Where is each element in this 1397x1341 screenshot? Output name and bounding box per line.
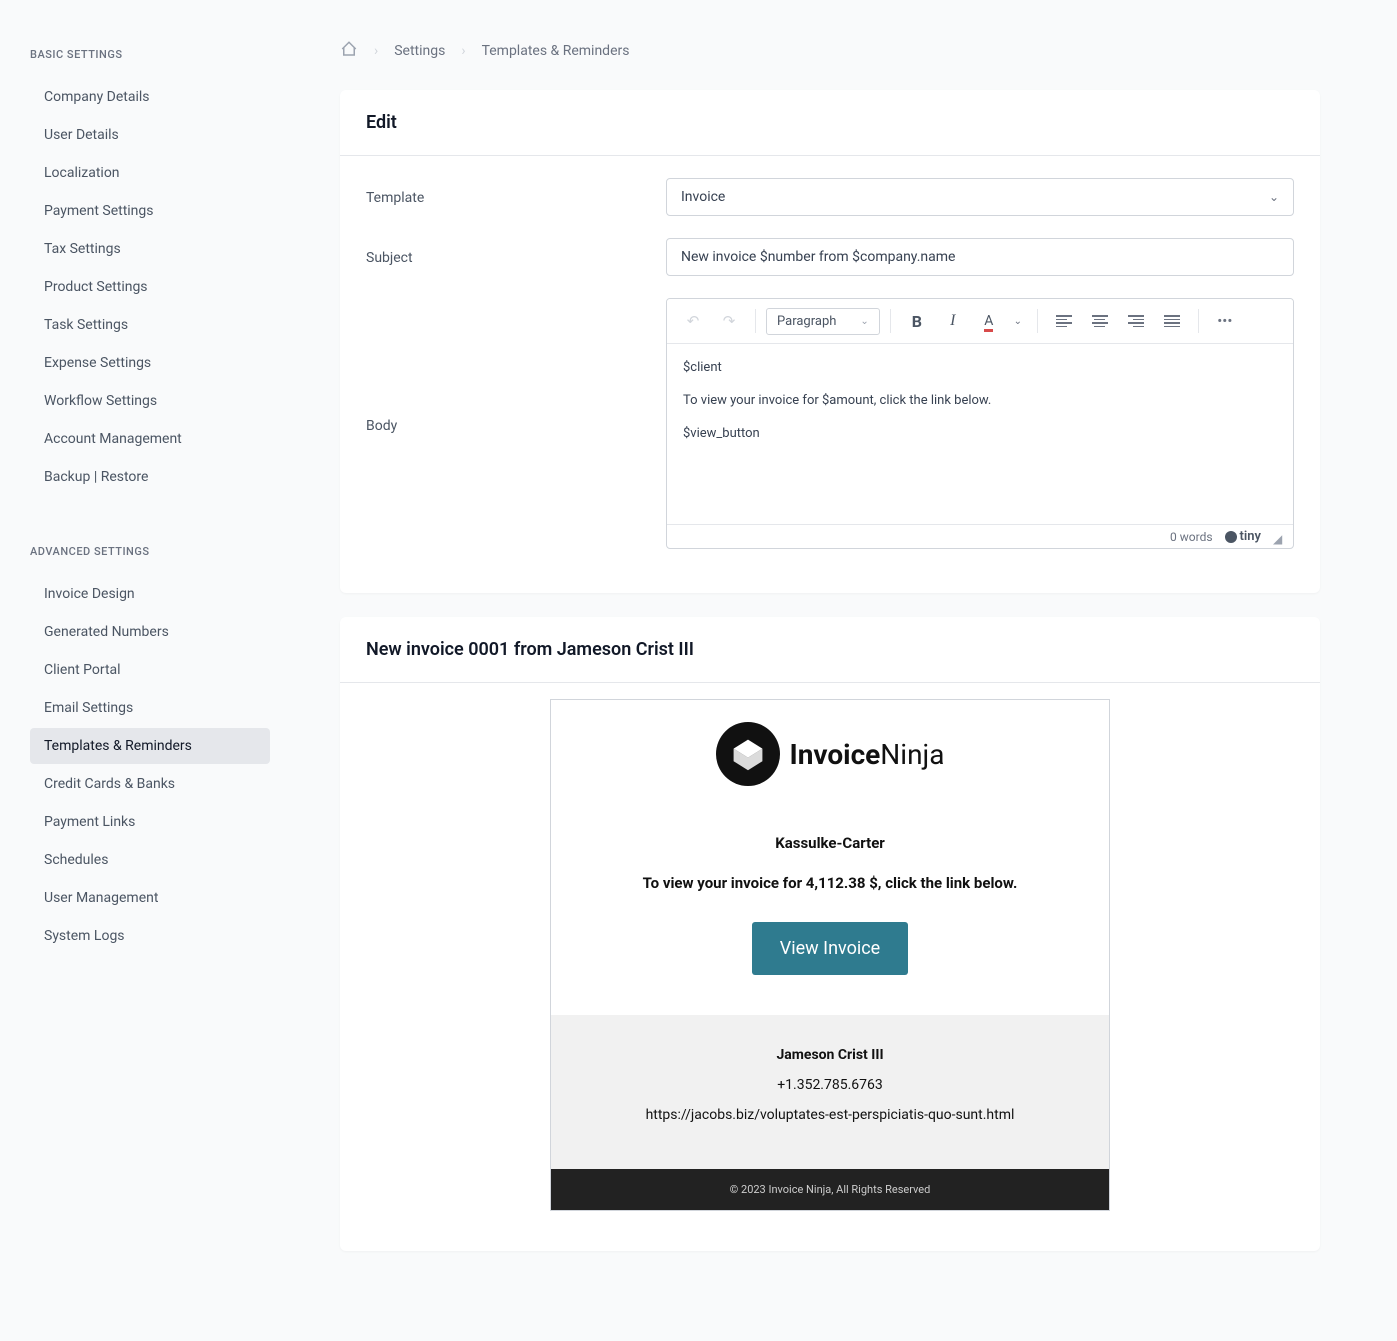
format-select[interactable]: Paragraph ⌄ — [766, 308, 880, 335]
italic-button[interactable]: I — [937, 305, 969, 337]
sidebar-item-payment-links[interactable]: Payment Links — [30, 804, 270, 840]
invoice-ninja-logo: InvoiceNinja — [571, 722, 1089, 786]
edit-card-title: Edit — [340, 90, 1320, 156]
text-color-dropdown[interactable]: ⌄ — [1009, 305, 1027, 337]
more-button[interactable]: ••• — [1209, 305, 1241, 337]
align-right-button[interactable] — [1120, 305, 1152, 337]
preview-phone: +1.352.785.6763 — [571, 1077, 1089, 1093]
resize-handle[interactable]: ◢ — [1273, 532, 1283, 542]
preview-message: To view your invoice for 4,112.38 $, cli… — [571, 874, 1089, 892]
logo-icon — [716, 722, 780, 786]
breadcrumb: › Settings › Templates & Reminders — [340, 40, 1320, 62]
main-content: › Settings › Templates & Reminders Edit … — [290, 0, 1370, 1341]
redo-button[interactable]: ↷ — [713, 305, 745, 337]
edit-card: Edit Template Invoice ⌄ Subject — [340, 90, 1320, 593]
bold-button[interactable]: B — [901, 305, 933, 337]
settings-sidebar: BASIC SETTINGS Company DetailsUser Detai… — [0, 0, 290, 1341]
sidebar-item-templates-reminders[interactable]: Templates & Reminders — [30, 728, 270, 764]
advanced-settings-header: ADVANCED SETTINGS — [30, 545, 270, 558]
sidebar-item-user-management[interactable]: User Management — [30, 880, 270, 916]
sidebar-item-workflow-settings[interactable]: Workflow Settings — [30, 383, 270, 419]
text-color-button[interactable]: A — [973, 305, 1005, 337]
align-justify-button[interactable] — [1156, 305, 1188, 337]
chevron-down-icon: ⌄ — [1269, 190, 1279, 204]
preview-footer: © 2023 Invoice Ninja, All Rights Reserve… — [551, 1169, 1109, 1210]
undo-button[interactable]: ↶ — [677, 305, 709, 337]
sidebar-item-expense-settings[interactable]: Expense Settings — [30, 345, 270, 381]
subject-input[interactable] — [666, 238, 1294, 276]
tiny-logo: tiny — [1225, 529, 1261, 544]
template-select-value: Invoice — [681, 189, 725, 205]
sidebar-item-schedules[interactable]: Schedules — [30, 842, 270, 878]
body-label: Body — [366, 298, 666, 434]
home-icon[interactable] — [340, 40, 358, 62]
editor-toolbar: ↶ ↷ Paragraph ⌄ B I A — [667, 299, 1293, 344]
template-select[interactable]: Invoice ⌄ — [666, 178, 1294, 216]
sidebar-item-backup-restore[interactable]: Backup | Restore — [30, 459, 270, 495]
subject-label: Subject — [366, 248, 666, 266]
chevron-right-icon: › — [374, 43, 378, 59]
view-invoice-button[interactable]: View Invoice — [752, 922, 908, 975]
chevron-right-icon: › — [461, 43, 465, 59]
sidebar-item-tax-settings[interactable]: Tax Settings — [30, 231, 270, 267]
template-label: Template — [366, 188, 666, 206]
sidebar-item-product-settings[interactable]: Product Settings — [30, 269, 270, 305]
preview-url: https://jacobs.biz/voluptates-est-perspi… — [571, 1107, 1089, 1123]
sidebar-item-system-logs[interactable]: System Logs — [30, 918, 270, 954]
preview-header: New invoice 0001 from Jameson Crist III — [340, 617, 1320, 683]
body-editor: ↶ ↷ Paragraph ⌄ B I A — [666, 298, 1294, 549]
word-count: 0 words — [1170, 530, 1213, 544]
sidebar-item-user-details[interactable]: User Details — [30, 117, 270, 153]
editor-content[interactable]: $client To view your invoice for $amount… — [667, 344, 1293, 524]
sidebar-item-client-portal[interactable]: Client Portal — [30, 652, 270, 688]
sidebar-item-company-details[interactable]: Company Details — [30, 79, 270, 115]
basic-settings-header: BASIC SETTINGS — [30, 48, 270, 61]
sidebar-item-generated-numbers[interactable]: Generated Numbers — [30, 614, 270, 650]
sidebar-item-email-settings[interactable]: Email Settings — [30, 690, 270, 726]
sidebar-item-payment-settings[interactable]: Payment Settings — [30, 193, 270, 229]
email-preview: InvoiceNinja Kassulke-Carter To view you… — [550, 699, 1110, 1211]
sidebar-item-localization[interactable]: Localization — [30, 155, 270, 191]
chevron-down-icon: ⌄ — [860, 316, 868, 327]
sidebar-item-invoice-design[interactable]: Invoice Design — [30, 576, 270, 612]
align-left-button[interactable] — [1048, 305, 1080, 337]
sidebar-item-task-settings[interactable]: Task Settings — [30, 307, 270, 343]
breadcrumb-current: Templates & Reminders — [482, 43, 630, 59]
preview-card: New invoice 0001 from Jameson Crist III … — [340, 617, 1320, 1251]
preview-sender: Jameson Crist III — [571, 1047, 1089, 1063]
sidebar-item-account-management[interactable]: Account Management — [30, 421, 270, 457]
sidebar-item-credit-cards-banks[interactable]: Credit Cards & Banks — [30, 766, 270, 802]
align-center-button[interactable] — [1084, 305, 1116, 337]
preview-client: Kassulke-Carter — [571, 834, 1089, 852]
breadcrumb-settings[interactable]: Settings — [394, 43, 445, 59]
